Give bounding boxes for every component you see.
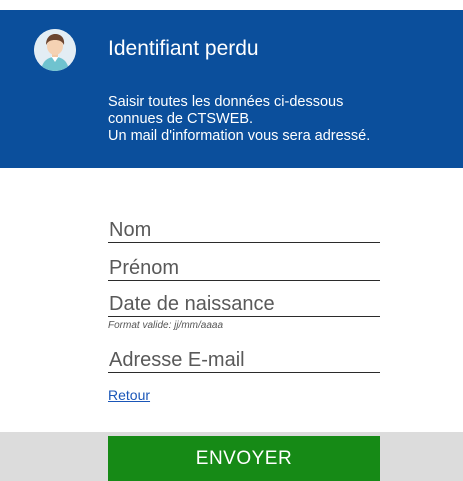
instructions-line: connues de CTSWEB. [108, 111, 254, 127]
instructions-line: Saisir toutes les données ci-dessous [108, 94, 344, 110]
info-header: Identifiant perdu Saisir toutes les donn… [0, 10, 463, 168]
prenom-input[interactable] [108, 256, 380, 280]
nom-input[interactable] [108, 218, 380, 242]
date-format-hint: Format valide: jj/mm/aaaa [108, 320, 224, 331]
email-field[interactable] [108, 348, 380, 373]
email-input[interactable] [108, 348, 380, 372]
submit-button[interactable]: ENVOYER [108, 436, 380, 481]
prenom-field[interactable] [108, 256, 380, 281]
date-naissance-input[interactable] [108, 292, 380, 316]
instructions-text: Saisir toutes les données ci-dessous con… [108, 94, 453, 145]
back-link[interactable]: Retour [108, 387, 150, 403]
date-naissance-field[interactable] [108, 292, 380, 317]
instructions-line: Un mail d'information vous sera adressé. [108, 128, 371, 144]
nom-field[interactable] [108, 218, 380, 243]
user-avatar-icon [34, 29, 76, 71]
page-title: Identifiant perdu [108, 37, 259, 60]
